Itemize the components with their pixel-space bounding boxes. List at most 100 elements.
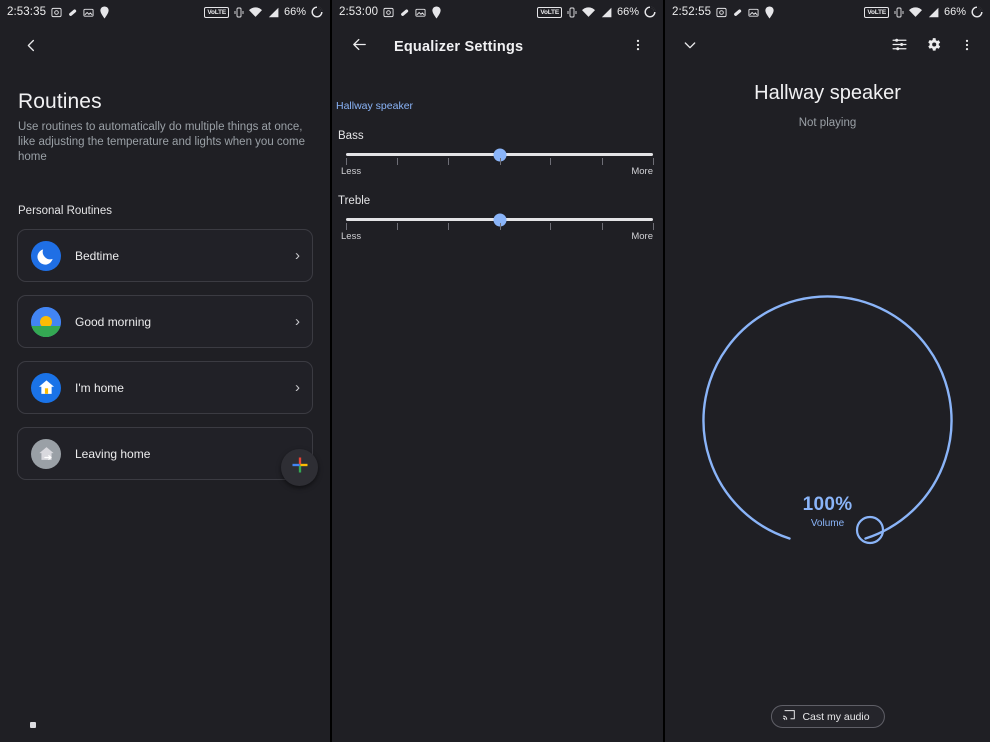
routine-label: I'm home (75, 380, 124, 395)
screenshot-icon (716, 7, 727, 18)
photo-icon (415, 7, 426, 18)
routine-label: Leaving home (75, 446, 151, 461)
wifi-icon (581, 6, 595, 18)
status-time: 2:52:55 (672, 6, 712, 18)
slider-bass[interactable]: Less More (341, 148, 654, 177)
plus-icon (290, 455, 310, 480)
slider-end-labels: Less More (341, 231, 653, 242)
slider-tick (499, 223, 501, 230)
back-row (0, 24, 330, 72)
slider-max-label: More (631, 231, 653, 242)
vibrate-icon (234, 7, 244, 18)
volte-badge: VoLTE (864, 6, 889, 18)
slider-tick (346, 158, 347, 165)
panel-routines: 2:53:35 VoLTE 66% Routines Use routines … (0, 0, 330, 742)
status-bar-middle: 2:53:00 VoLTE 66% (332, 0, 663, 24)
slider-track[interactable] (346, 148, 653, 161)
routine-item-bedtime[interactable]: Bedtime › (17, 229, 313, 282)
gear-icon (925, 36, 942, 58)
signal-icon (267, 7, 279, 18)
app-bar-equalizer: Equalizer Settings (332, 24, 663, 70)
status-bar-left-group: 2:52:55 (672, 6, 775, 19)
volume-dial[interactable]: 100% Volume (665, 262, 990, 562)
playback-status: Not playing (798, 117, 857, 129)
slider-tick (346, 223, 347, 230)
routine-label: Good morning (75, 314, 152, 329)
pill-icon (399, 7, 410, 18)
volte-badge: VoLTE (204, 6, 229, 18)
page-description: Use routines to automatically do multipl… (18, 121, 306, 163)
routine-item-leaving-home[interactable]: Leaving home › (17, 427, 313, 480)
house-icon (31, 372, 61, 403)
screenshot-icon (51, 7, 62, 18)
section-label-personal-routines: Personal Routines (18, 205, 112, 217)
chevron-right-icon: › (295, 313, 300, 330)
pill-icon (67, 7, 78, 18)
collapse-button[interactable] (673, 30, 707, 64)
page-title: Routines (18, 90, 102, 113)
battery-percent: 66% (283, 6, 306, 18)
battery-icon (311, 6, 323, 18)
app-bar-device (665, 24, 990, 70)
slider-tick (396, 223, 398, 230)
photo-icon (83, 7, 94, 18)
volume-percent: 100% (802, 494, 853, 515)
more-vertical-icon (960, 38, 974, 57)
screenshot-icon (383, 7, 394, 18)
location-pin-icon (431, 6, 442, 19)
routine-item-im-home[interactable]: I'm home › (17, 361, 313, 414)
location-pin-icon (99, 6, 110, 19)
chevron-right-icon: › (295, 379, 300, 396)
signal-icon (600, 7, 612, 18)
cast-icon (782, 708, 795, 726)
status-bar-left-group: 2:53:35 (7, 6, 110, 19)
moon-icon (31, 240, 61, 271)
slider-tick (653, 158, 654, 165)
cast-button-label: Cast my audio (802, 710, 870, 723)
slider-tick (601, 223, 603, 230)
chevron-left-icon (24, 38, 39, 58)
panel-device-volume: 2:52:55 VoLTE 66% Hallway speaker Not pl… (665, 0, 990, 742)
slider-min-label: Less (341, 231, 362, 242)
panel-equalizer-settings: 2:53:00 VoLTE 66% Equalizer Settings Hal… (330, 0, 665, 742)
back-button[interactable] (342, 30, 376, 64)
slider-label-bass: Bass (338, 130, 364, 142)
back-button[interactable] (14, 31, 48, 65)
slider-label-treble: Treble (338, 195, 371, 207)
screenshot-root: 2:53:35 VoLTE 66% Routines Use routines … (0, 0, 990, 742)
status-time: 2:53:00 (339, 6, 379, 18)
signal-icon (927, 7, 939, 18)
routine-list: Bedtime › Good morning › I'm home › Leav… (0, 217, 330, 480)
overflow-menu-button[interactable] (950, 30, 984, 64)
cast-my-audio-button[interactable]: Cast my audio (770, 705, 885, 728)
settings-button[interactable] (916, 30, 950, 64)
chevron-down-icon (682, 37, 698, 58)
slider-min-label: Less (341, 166, 362, 177)
status-bar-right-group: VoLTE 66% (204, 6, 323, 18)
wifi-icon (908, 6, 922, 18)
slider-track[interactable] (346, 213, 653, 226)
slider-ticks (346, 223, 654, 232)
volume-readout: 100% Volume (665, 494, 990, 529)
home-indicator-dot (30, 722, 36, 728)
location-pin-icon (764, 6, 775, 19)
overflow-menu-button[interactable] (621, 30, 655, 64)
slider-end-labels: Less More (341, 166, 653, 177)
routine-item-good-morning[interactable]: Good morning › (17, 295, 313, 348)
app-bar-title: Equalizer Settings (394, 39, 524, 55)
status-time: 2:53:35 (7, 6, 47, 18)
wifi-icon (248, 6, 262, 18)
slider-tick (550, 223, 552, 230)
slider-treble[interactable]: Less More (341, 213, 654, 242)
status-bar-right-group: VoLTE 66% (864, 6, 983, 18)
battery-icon (644, 6, 656, 18)
status-bar-right: 2:52:55 VoLTE 66% (665, 0, 990, 24)
arrow-left-icon (351, 36, 368, 58)
chevron-right-icon: › (295, 247, 300, 264)
slider-tick (448, 223, 450, 230)
more-vertical-icon (631, 38, 645, 57)
slider-tick (550, 158, 552, 165)
add-routine-fab[interactable] (281, 449, 318, 486)
volte-badge: VoLTE (537, 6, 562, 18)
equalizer-button[interactable] (882, 30, 916, 64)
